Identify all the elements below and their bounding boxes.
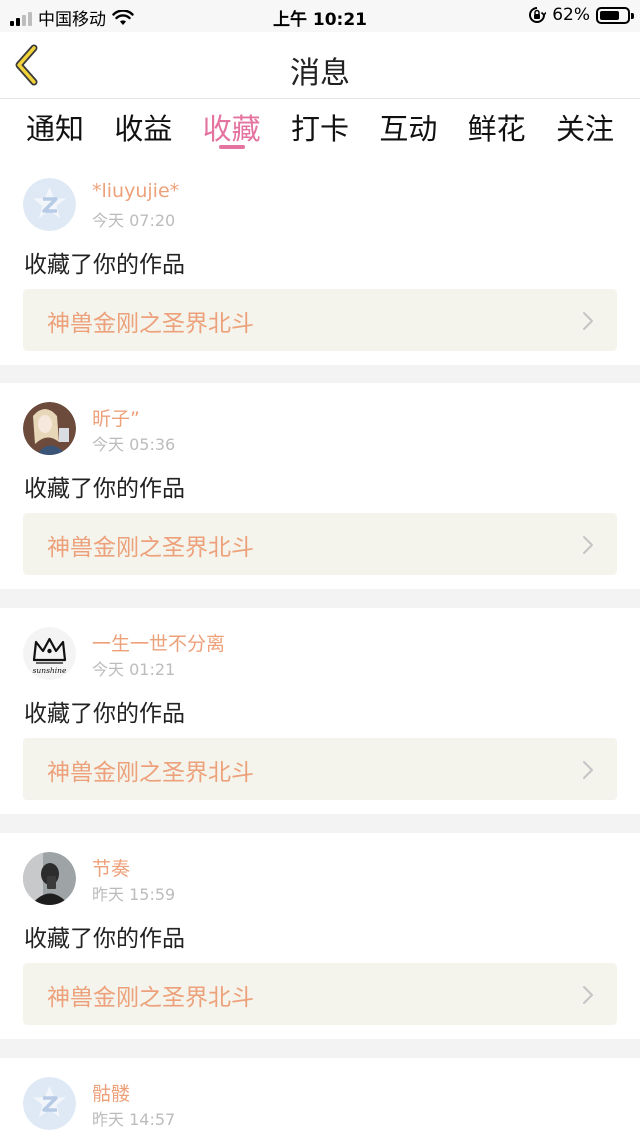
message-time: 今天 05:36 [92,435,176,454]
message-action: 收藏了你的作品 [24,476,185,502]
tab-label: 互动 [379,112,438,146]
orientation-lock-icon [529,7,547,23]
message-action: 收藏了你的作品 [24,252,185,278]
message-action: 收藏了你的作品 [24,926,185,952]
user-name[interactable]: 骷髅 [92,1079,130,1106]
avatar-caption: sunshine [33,666,67,675]
tab-label: 收益 [114,112,173,146]
work-title: 神兽金刚之圣界北斗 [47,760,254,786]
tab-label: 收藏 [202,112,261,146]
tab-label: 通知 [26,112,85,146]
message-time: 昨天 14:57 [92,1110,176,1129]
avatar[interactable]: sunshine [23,627,76,680]
tab-label: 关注 [555,112,614,146]
chevron-right-icon [583,536,593,554]
work-title: 神兽金刚之圣界北斗 [47,311,254,337]
user-name[interactable]: *liuyujie* [92,180,179,202]
tab-label: 鲜花 [467,112,526,146]
battery-icon [596,6,634,24]
message-time: 今天 07:20 [92,211,176,230]
tab-flowers[interactable]: 鲜花 [468,99,526,159]
message-action: 收藏了你的作品 [24,701,185,727]
avatar[interactable] [23,178,76,231]
tab-interaction[interactable]: 互动 [379,99,437,159]
work-link[interactable]: 神兽金刚之圣界北斗 [23,738,617,800]
work-link[interactable]: 神兽金刚之圣界北斗 [23,513,617,575]
avatar[interactable] [23,402,76,455]
message-card: 节奏昨天 15:59 收藏了你的作品神兽金刚之圣界北斗 [0,833,640,1039]
message-card: 骷髅昨天 14:57 [0,1058,640,1138]
message-time: 今天 01:21 [92,660,176,679]
battery-percent: 62% [552,5,590,25]
page-title: 消息 [290,56,350,91]
message-card: sunshine 一生一世不分离今天 01:21 收藏了你的作品神兽金刚之圣界北斗 [0,608,640,814]
message-card: *liuyujie* 今天 07:20 收藏了你的作品神兽金刚之圣界北斗 [0,159,640,365]
avatar[interactable] [23,852,76,905]
user-name[interactable]: 昕子” [92,404,140,431]
user-name[interactable]: 节奏 [92,854,130,881]
work-title: 神兽金刚之圣界北斗 [47,535,254,561]
nav-bar: 消息 [0,32,640,99]
active-tab-indicator [218,145,245,149]
tab-favorites[interactable]: 收藏 [203,99,261,159]
work-title: 神兽金刚之圣界北斗 [47,985,254,1011]
tab-label: 打卡 [290,112,349,146]
tab-follow[interactable]: 关注 [556,99,614,159]
avatar[interactable] [23,1077,76,1130]
tab-notify[interactable]: 通知 [26,99,84,159]
status-bar: 中国移动 上午 10:21 62% [0,0,640,32]
message-card: 昕子” 今天 05:36 收藏了你的作品神兽金刚之圣界北斗 [0,383,640,589]
work-link[interactable]: 神兽金刚之圣界北斗 [23,963,617,1025]
tab-bar: 通知 收益 收藏 打卡 互动 鲜花 关注 [0,99,640,159]
message-time: 昨天 15:59 [92,885,176,904]
tab-earnings[interactable]: 收益 [114,99,172,159]
tab-checkin[interactable]: 打卡 [291,99,349,159]
status-right: 62% [528,5,634,25]
work-link[interactable]: 神兽金刚之圣界北斗 [23,289,617,351]
chevron-right-icon [583,761,593,779]
chevron-right-icon [583,312,593,330]
user-name[interactable]: 一生一世不分离 [92,629,225,656]
chevron-right-icon [583,986,593,1004]
